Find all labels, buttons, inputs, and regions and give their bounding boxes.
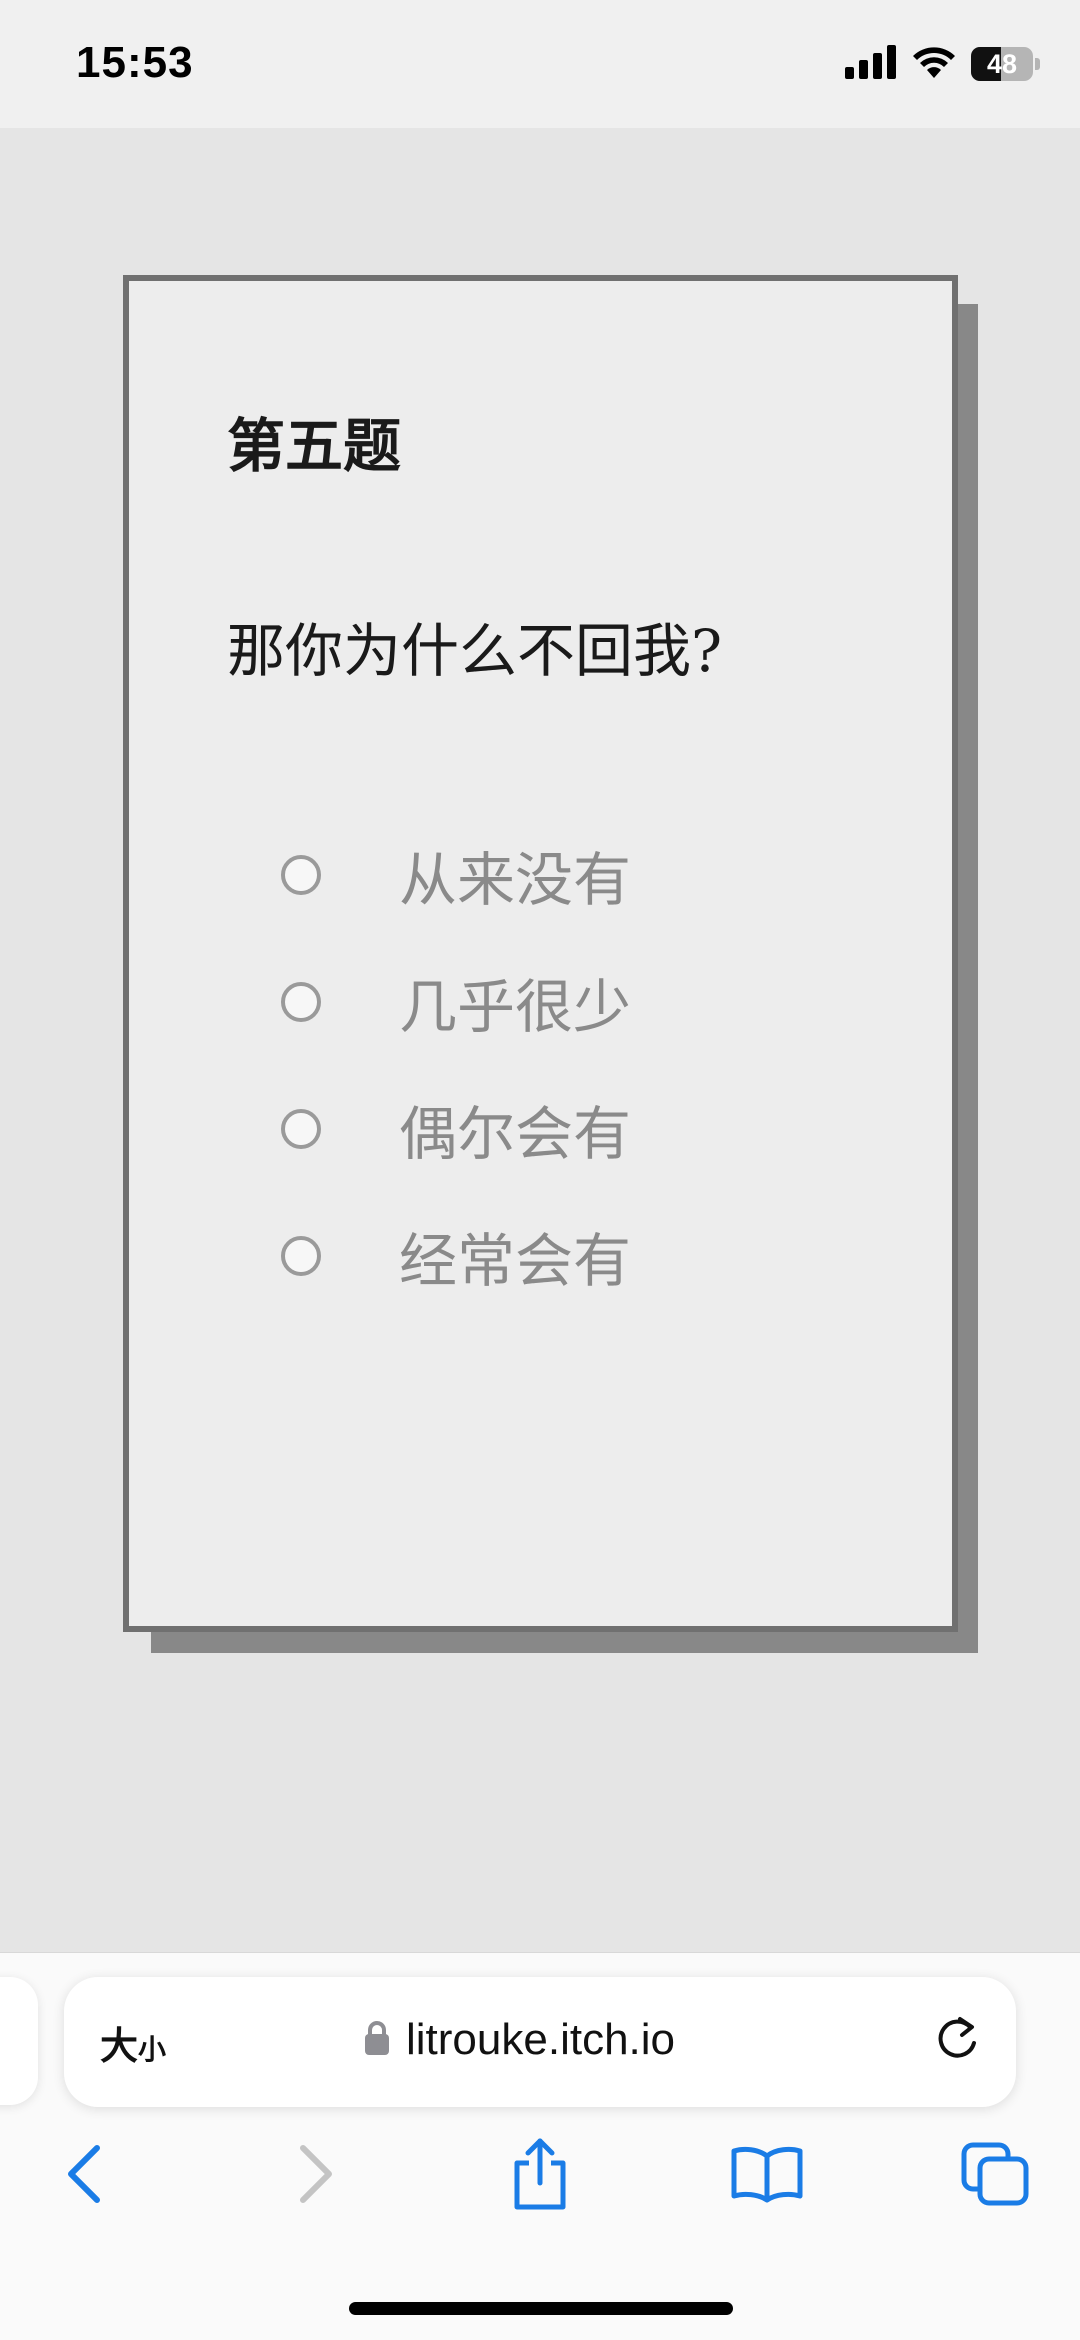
text-size-big-glyph: 大 (100, 2024, 139, 2068)
text-size-small-glyph: 小 (138, 2033, 167, 2066)
home-indicator[interactable] (349, 2302, 733, 2315)
radio-button[interactable] (281, 854, 321, 895)
option-never[interactable]: 从来没有 (281, 811, 631, 938)
status-icons: 48 (845, 44, 1040, 84)
question-number-title: 第五题 (227, 412, 402, 480)
lock-icon (364, 2020, 390, 2060)
option-label: 从来没有 (399, 845, 632, 914)
battery-level: 48 (986, 48, 1018, 79)
bookmarks-icon[interactable] (727, 2129, 807, 2219)
option-label: 几乎很少 (399, 972, 632, 1041)
tabs-icon[interactable] (955, 2129, 1035, 2219)
option-sometimes[interactable]: 偶尔会有 (281, 1065, 631, 1192)
url-display[interactable]: litrouke.itch.io (364, 2015, 675, 2065)
wifi-icon (911, 45, 957, 83)
forward-icon[interactable] (280, 2129, 350, 2219)
radio-button[interactable] (281, 1235, 321, 1276)
battery-cap (1035, 58, 1040, 70)
text-size-button[interactable]: 大小 (100, 2015, 166, 2070)
status-bar: 15:53 48 (0, 0, 1080, 128)
back-icon[interactable] (50, 2129, 120, 2219)
battery-icon: 48 (971, 47, 1033, 81)
option-often[interactable]: 经常会有 (281, 1192, 631, 1319)
signal-icon (845, 45, 897, 83)
option-label: 偶尔会有 (399, 1099, 632, 1168)
reload-icon[interactable] (932, 2013, 982, 2069)
radio-button[interactable] (281, 981, 321, 1022)
previous-tab-preview[interactable] (0, 1977, 38, 2105)
address-bar[interactable]: 大小 litrouke.itch.io (64, 1977, 1016, 2107)
radio-button[interactable] (281, 1108, 321, 1149)
url-text: litrouke.itch.io (406, 2015, 676, 2064)
share-icon[interactable] (505, 2129, 575, 2219)
option-label: 经常会有 (399, 1226, 632, 1295)
browser-toolbar (0, 2129, 1080, 2239)
status-time: 15:53 (76, 38, 194, 87)
option-rarely[interactable]: 几乎很少 (281, 938, 631, 1065)
answer-options: 从来没有 几乎很少 偶尔会有 经常会有 (281, 811, 631, 1319)
quiz-card: 第五题 那你为什么不回我? 从来没有 几乎很少 偶尔会有 经常会有 (123, 275, 958, 1632)
question-text: 那你为什么不回我? (227, 617, 723, 685)
browser-bottom-bar: 大小 litrouke.itch.io (0, 1952, 1080, 2340)
